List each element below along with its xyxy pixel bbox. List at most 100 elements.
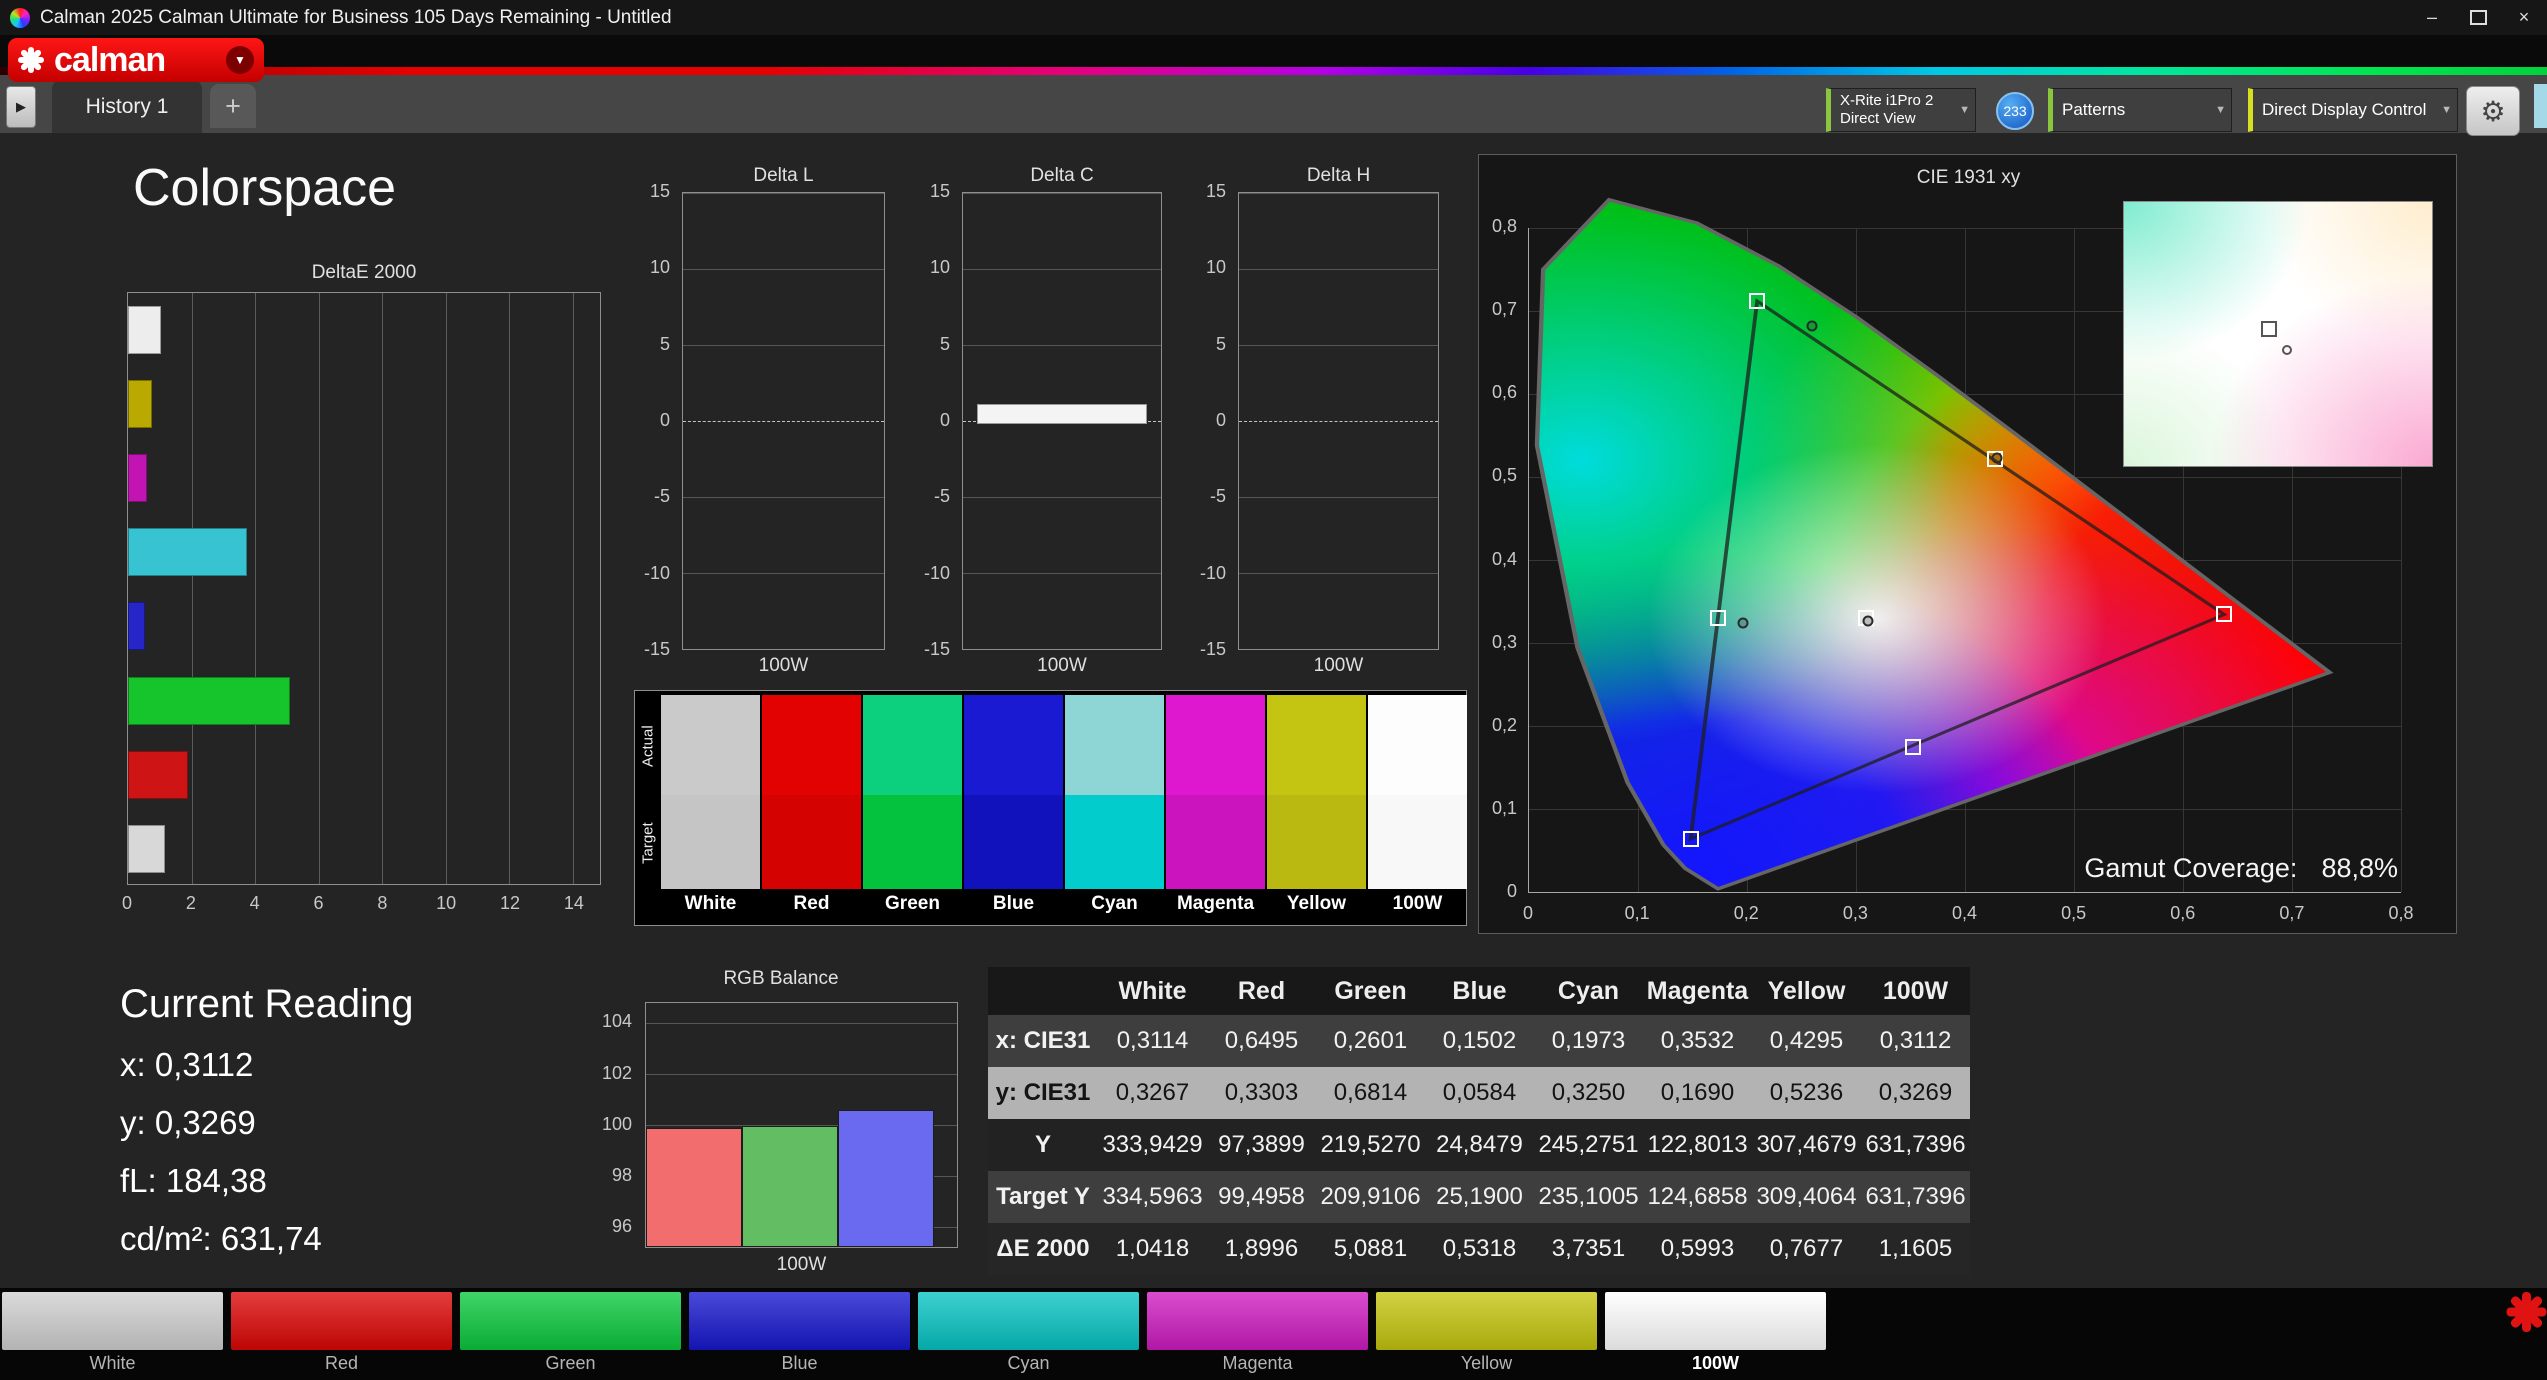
cie-xtick: 0 xyxy=(1522,903,1534,923)
delta-l-yticks: 15 10 5 0 -5 -10 -15 xyxy=(626,181,676,659)
pattern-button-magenta[interactable]: Magenta xyxy=(1147,1292,1368,1374)
deltae-xtick: 4 xyxy=(249,893,260,913)
deltae-gridline xyxy=(191,293,193,884)
gamut-coverage: Gamut Coverage: 88,8% xyxy=(2084,853,2398,884)
rgb-yticks: 104 102 100 98 96 xyxy=(586,1002,638,1248)
deltae-xtick: 8 xyxy=(377,893,388,913)
deltae-xtick: 10 xyxy=(436,893,457,913)
table-cell: 0,3269 xyxy=(1861,1067,1970,1119)
deltae-bar-yellow xyxy=(128,380,153,429)
swatch-label: Red xyxy=(793,893,830,914)
side-panel-handle[interactable] xyxy=(2534,84,2547,128)
swatch-actual xyxy=(964,695,1063,795)
rgb-gridline xyxy=(646,1074,957,1076)
delta-c-plot xyxy=(962,192,1162,650)
delta-l-gridline xyxy=(683,649,884,650)
cie-ytick: 0,7 xyxy=(1491,299,1517,320)
rainbow-strip xyxy=(0,67,2547,75)
table-header: Green xyxy=(1316,967,1425,1015)
instrument-badge[interactable]: 233 xyxy=(1996,92,2034,130)
white-point-inset xyxy=(2123,201,2433,467)
cie-ytick: 0,2 xyxy=(1491,714,1517,735)
delta-h-gridline xyxy=(1239,421,1438,422)
patterns-dropdown[interactable]: Patterns ▼ xyxy=(2048,88,2232,132)
swatch-label: Green xyxy=(885,893,940,914)
rgb-bar-red xyxy=(646,1127,742,1247)
pattern-label: Yellow xyxy=(1460,1353,1513,1373)
gamut-coverage-value: 88,8% xyxy=(2321,853,2398,883)
delta-h-gridline xyxy=(1239,573,1438,574)
rgb-xlabel: 100W xyxy=(776,1254,827,1275)
swatch-row-label-target: Target xyxy=(639,822,657,864)
deltae-bar-white xyxy=(128,306,162,354)
layout-nav-button[interactable]: ▶ xyxy=(6,86,36,128)
delta-h-ytick: 5 xyxy=(1215,333,1226,354)
delta-h-gridline xyxy=(1239,649,1438,650)
minimize-button[interactable]: – xyxy=(2409,0,2455,35)
swatch-target xyxy=(1065,795,1164,889)
table-cell: 0,5236 xyxy=(1752,1067,1861,1119)
settings-gear-button[interactable]: ⚙ xyxy=(2466,86,2520,136)
swatch-label: Cyan xyxy=(1091,893,1138,914)
patterns-label: Patterns xyxy=(2062,100,2126,119)
delta-c-ytick: -5 xyxy=(933,486,950,507)
swatch-actual xyxy=(1368,695,1467,795)
swatch-column-white: White xyxy=(661,695,760,919)
table-cell: 0,6814 xyxy=(1316,1067,1425,1119)
delta-h-xlabel: 100W xyxy=(1313,655,1364,676)
cie-ytick: 0,1 xyxy=(1491,797,1517,818)
current-reading-lines: x: 0,3112 y: 0,3269 fL: 184,38 cd/m²: 631,7… xyxy=(120,1046,322,1278)
delta-c-gridline xyxy=(963,496,1161,498)
swatch-target xyxy=(1166,795,1265,889)
deltae-xtick: 6 xyxy=(313,893,324,913)
pattern-button-white[interactable]: White xyxy=(2,1292,223,1374)
calman-menu-button[interactable]: calman ▼ xyxy=(8,38,264,82)
colorspace-table: White Red Green Blue Cyan Magenta Yellow 100W x:… xyxy=(988,967,1970,1275)
swatch-target xyxy=(863,795,962,889)
table-row-label: Target Y xyxy=(988,1171,1098,1223)
pattern-button-yellow[interactable]: Yellow xyxy=(1376,1292,1597,1374)
table-header: Yellow xyxy=(1752,967,1861,1015)
swatch-target xyxy=(1368,795,1467,889)
calman-asterisk-icon xyxy=(2506,1292,2546,1332)
rgb-plot xyxy=(645,1002,958,1248)
pattern-button-red[interactable]: Red xyxy=(231,1292,452,1374)
table-cell: 0,3114 xyxy=(1098,1015,1207,1067)
deltae-gridline xyxy=(318,293,320,884)
tab-history-1[interactable]: History 1 xyxy=(52,80,202,133)
meter-mode: Direct View xyxy=(1840,110,1916,127)
brand-bar: calman ▼ xyxy=(0,35,2547,82)
table-header: 100W xyxy=(1861,967,1970,1015)
swatch-column-green: Green xyxy=(863,695,962,919)
pattern-button-blue[interactable]: Blue xyxy=(689,1292,910,1374)
delta-l-plot xyxy=(682,192,885,650)
maximize-button[interactable] xyxy=(2455,0,2501,35)
delta-c-gridline xyxy=(963,573,1161,574)
deltae-xticks: 0 2 4 6 8 10 12 14 xyxy=(122,893,601,919)
delta-c-ytick: -15 xyxy=(923,639,950,659)
rgb-ytick: 98 xyxy=(611,1165,632,1186)
table-header: Magenta xyxy=(1643,967,1752,1015)
calman-star-icon xyxy=(18,47,44,73)
meter-dropdown[interactable]: X-Rite i1Pro 2 Direct View ▼ xyxy=(1826,88,1976,132)
bottom-bar: WhiteRedGreenBlueCyanMagentaYellow100W ▲… xyxy=(0,1288,2547,1380)
pattern-button-100w[interactable]: 100W xyxy=(1605,1292,1826,1374)
calman-logo-text: calman xyxy=(54,40,166,79)
close-button[interactable]: × xyxy=(2501,0,2547,35)
pattern-button-cyan[interactable]: Cyan xyxy=(918,1292,1139,1374)
pattern-button-green[interactable]: Green xyxy=(460,1292,681,1374)
cie-xtick: 0,3 xyxy=(1842,903,1868,923)
deltae-bar-cyan xyxy=(128,528,247,577)
deltae-bar-blue xyxy=(128,602,145,651)
pattern-swatch xyxy=(460,1292,681,1350)
display-control-dropdown[interactable]: Direct Display Control ▼ xyxy=(2248,88,2458,132)
white-point-target-marker xyxy=(2260,320,2277,337)
current-reading-value: y: 0,3269 xyxy=(120,1104,256,1141)
delta-c-ytick: 5 xyxy=(939,333,950,354)
table-row-label: y: CIE31 xyxy=(988,1067,1098,1119)
cie-xticks: 0 0,1 0,2 0,3 0,4 0,5 0,6 0,7 0,8 xyxy=(1523,903,2414,929)
deltae-bar-100w xyxy=(128,824,165,873)
delta-l-gridline xyxy=(683,573,884,574)
swatch-target xyxy=(1267,795,1366,889)
add-tab-button[interactable]: + xyxy=(210,84,256,128)
